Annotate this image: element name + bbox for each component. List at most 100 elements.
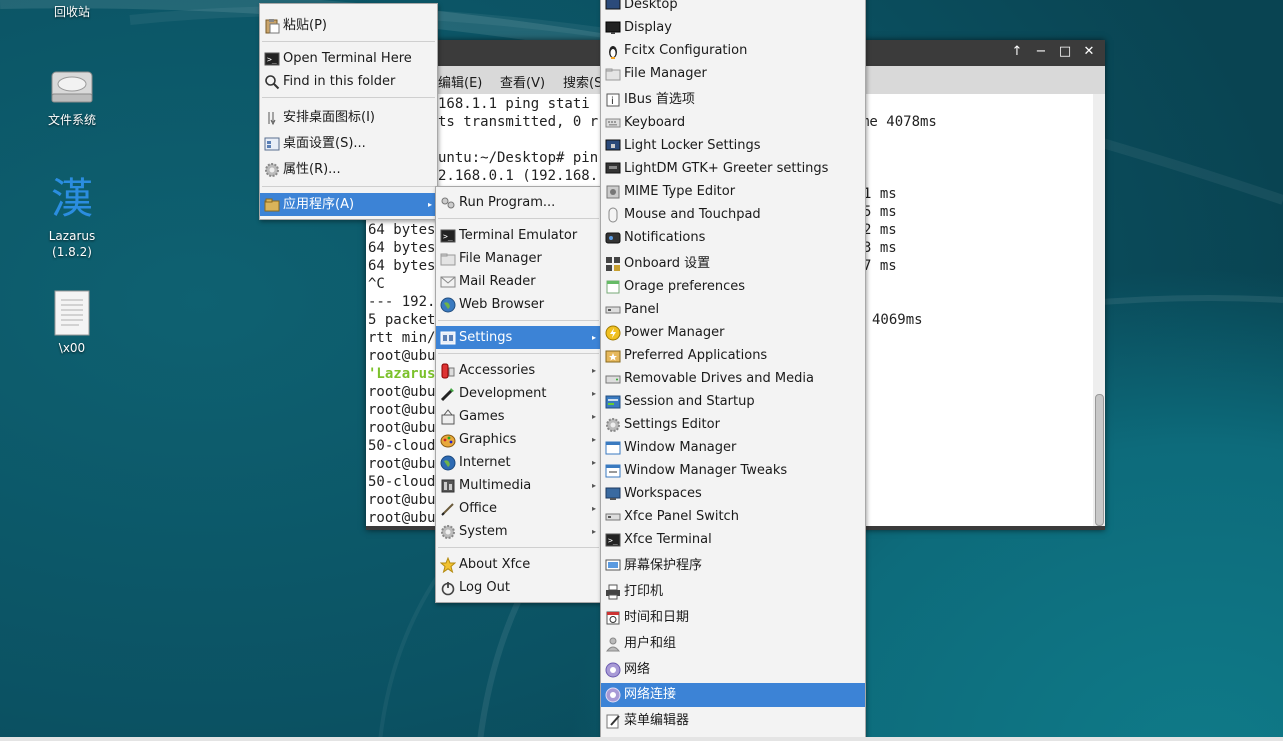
han-glyph-icon: 漢 — [50, 174, 93, 223]
submenu-arrow-icon: ▸ — [591, 412, 596, 421]
menu-item-light-locker[interactable]: Light Locker Settings — [601, 134, 865, 157]
maximize-up-icon[interactable]: ↑ — [1007, 44, 1027, 60]
menu-item-desktop-settings[interactable]: 桌面设置(S)... — [260, 132, 437, 155]
menu-item-file-manager-settings[interactable]: File Manager — [601, 62, 865, 85]
terminal-line: ^C — [368, 276, 385, 292]
menu-item-development[interactable]: Development ▸ — [436, 382, 601, 405]
menu-item-mouse-touchpad[interactable]: Mouse and Touchpad — [601, 203, 865, 226]
menu-edit[interactable]: 编辑(E) — [438, 72, 482, 91]
drive-icon — [605, 371, 621, 387]
menu-item-preferred-applications[interactable]: Preferred Applications — [601, 344, 865, 367]
minimize-button[interactable]: − — [1031, 44, 1051, 60]
maximize-button[interactable]: □ — [1055, 44, 1075, 60]
menu-item-mail-reader[interactable]: Mail Reader — [436, 270, 601, 293]
svg-text:>_: >_ — [443, 232, 453, 241]
menu-item-menu-editor[interactable]: 菜单编辑器 — [601, 709, 865, 732]
menu-item-power-manager[interactable]: Power Manager — [601, 321, 865, 344]
accessories-icon — [440, 363, 456, 379]
menu-item-office[interactable]: Office ▸ — [436, 497, 601, 520]
terminal-scrollbar[interactable] — [1093, 94, 1105, 526]
menu-item-panel[interactable]: Panel — [601, 298, 865, 321]
menu-item-arrange-icons[interactable]: 安排桌面图标(I) — [260, 106, 437, 129]
terminal-icon: >_ — [440, 228, 456, 244]
menu-item-about-xfce[interactable]: About Xfce — [436, 553, 601, 576]
menu-item-session-startup[interactable]: Session and Startup — [601, 390, 865, 413]
menu-item-display[interactable]: Display — [601, 16, 865, 39]
menu-item-run-program[interactable]: Run Program... — [436, 191, 601, 214]
display-icon — [605, 20, 621, 36]
menu-item-network-connections[interactable]: 网络连接 — [601, 683, 865, 707]
terminal-line: root@ubu — [368, 348, 436, 364]
menu-item-games[interactable]: Games ▸ — [436, 405, 601, 428]
desktop-icon-filesystem[interactable]: 文件系统 — [27, 68, 117, 128]
menu-item-network[interactable]: 网络 — [601, 658, 865, 681]
menu-item-screensaver[interactable]: 屏幕保护程序 — [601, 554, 865, 577]
terminal-line: ts transmitted, 0 r — [438, 114, 599, 130]
users-icon — [605, 636, 621, 652]
terminal-line: root@ubu — [368, 402, 436, 418]
settings-icon — [440, 330, 456, 346]
terminal-line: 1 ms — [863, 186, 897, 202]
menu-item-open-terminal[interactable]: >_ Open Terminal Here — [260, 47, 437, 70]
system-icon — [440, 524, 456, 540]
menu-item-ibus[interactable]: i IBus 首选项 — [601, 88, 865, 111]
menu-item-graphics[interactable]: Graphics ▸ — [436, 428, 601, 451]
terminal-line: 64 bytes — [368, 222, 436, 238]
menu-item-onboard[interactable]: Onboard 设置 — [601, 252, 865, 275]
terminal-line: me 4078ms — [861, 114, 937, 130]
menu-item-time-date[interactable]: 时间和日期 — [601, 606, 865, 629]
desktop-icon-trash[interactable]: 回收站 — [27, 4, 117, 20]
menu-item-users-groups[interactable]: 用户和组 — [601, 632, 865, 655]
office-icon — [440, 501, 456, 517]
menu-item-removable-drives[interactable]: Removable Drives and Media — [601, 367, 865, 390]
menu-item-mime-editor[interactable]: MIME Type Editor — [601, 180, 865, 203]
menu-search[interactable]: 搜索(S — [563, 72, 602, 91]
menu-separator — [438, 320, 599, 321]
menu-item-internet[interactable]: Internet ▸ — [436, 451, 601, 474]
menu-item-lightdm-greeter[interactable]: LightDM GTK+ Greeter settings — [601, 157, 865, 180]
menu-item-terminal-emulator[interactable]: >_ Terminal Emulator — [436, 224, 601, 247]
menu-item-paste[interactable]: 粘贴(P) — [260, 14, 437, 37]
menu-item-find-in-folder[interactable]: Find in this folder — [260, 70, 437, 93]
desktop-icon-document[interactable]: \x00 — [27, 290, 117, 356]
menu-view[interactable]: 查看(V) — [500, 72, 545, 91]
menu-item-log-out[interactable]: Log Out — [436, 576, 601, 599]
menu-item-printer[interactable]: 打印机 — [601, 580, 865, 603]
menu-item-multimedia[interactable]: Multimedia ▸ — [436, 474, 601, 497]
menu-item-window-manager[interactable]: Window Manager — [601, 436, 865, 459]
menu-item-file-manager[interactable]: File Manager — [436, 247, 601, 270]
window-icon — [605, 440, 621, 456]
menu-item-fcitx[interactable]: Fcitx Configuration — [601, 39, 865, 62]
monitor-icon — [605, 0, 621, 13]
menu-item-panel-switch[interactable]: Xfce Panel Switch — [601, 505, 865, 528]
menu-item-system[interactable]: System ▸ — [436, 520, 601, 543]
menu-item-window-manager-tweaks[interactable]: Window Manager Tweaks — [601, 459, 865, 482]
menu-item-workspaces[interactable]: Workspaces — [601, 482, 865, 505]
applications-icon — [264, 197, 280, 213]
applications-menu: Run Program... >_ Terminal Emulator File… — [435, 186, 602, 603]
menu-item-settings-editor[interactable]: Settings Editor — [601, 413, 865, 436]
menu-item-xfce-terminal[interactable]: >_ Xfce Terminal — [601, 528, 865, 551]
menu-item-accessories[interactable]: Accessories ▸ — [436, 359, 601, 382]
menu-item-desktop[interactable]: Desktop — [601, 0, 865, 16]
terminal-line: untu:~/Desktop# pin — [438, 150, 599, 166]
desktop-icon-lazarus[interactable]: 漢 Lazarus (1.8.2) — [27, 174, 117, 260]
menu-item-web-browser[interactable]: Web Browser — [436, 293, 601, 316]
workspaces-icon — [605, 486, 621, 502]
close-button[interactable]: ✕ — [1079, 44, 1099, 60]
menu-item-applications[interactable]: 应用程序(A) ▸ — [260, 193, 437, 216]
menu-separator — [438, 218, 599, 219]
desktop-icon-label: 回收站 — [53, 5, 90, 19]
terminal-line: 5 packet — [368, 312, 436, 328]
terminal-line: 64 bytes — [368, 240, 436, 256]
menu-separator — [438, 547, 599, 548]
scrollbar-thumb[interactable] — [1095, 394, 1104, 526]
menu-item-keyboard[interactable]: Keyboard — [601, 111, 865, 134]
terminal-line: 50-cloud — [368, 474, 436, 490]
multimedia-icon — [440, 478, 456, 494]
menu-item-orage[interactable]: Orage preferences — [601, 275, 865, 298]
terminal-line: 50-cloud — [368, 438, 436, 454]
menu-item-properties[interactable]: 属性(R)... — [260, 158, 437, 181]
menu-item-settings[interactable]: Settings ▸ — [436, 326, 601, 349]
menu-item-notifications[interactable]: Notifications — [601, 226, 865, 249]
